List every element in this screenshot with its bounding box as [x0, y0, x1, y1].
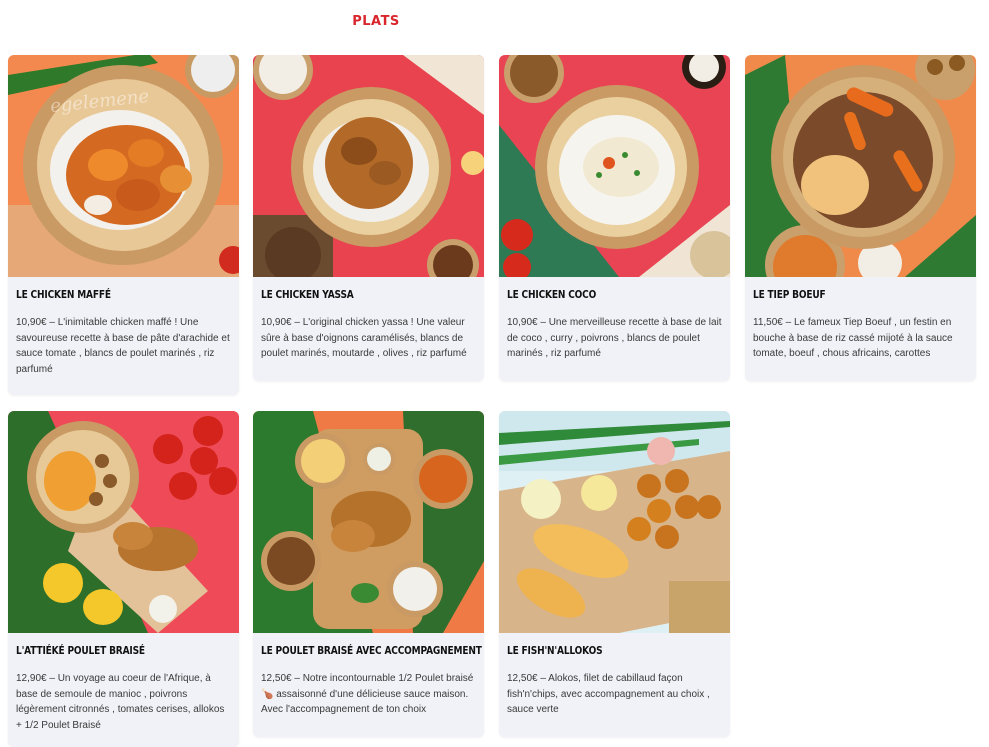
card-title: LE POULET BRAISÉ AVEC ACCOMPAGNEMENT — [261, 645, 482, 657]
section-title: PLATS — [352, 14, 400, 29]
menu-card-chicken-coco[interactable]: LE CHICKEN COCO 10,90€ – Une merveilleus… — [499, 55, 730, 381]
menu-card-poulet-braise-accompagnement[interactable]: LE POULET BRAISÉ AVEC ACCOMPAGNEMENT 12,… — [253, 411, 484, 737]
card-title: LE CHICKEN YASSA — [261, 289, 354, 301]
dish-photo-chicken-coco — [499, 55, 730, 277]
menu-card-tiep-boeuf[interactable]: LE TIEP BOEUF 11,50€ – Le fameux Tiep Bo… — [745, 55, 976, 381]
card-description: 10,90€ – L'inimitable chicken maffé ! Un… — [16, 317, 230, 375]
card-description: 12,50€ – Alokos, filet de cabillaud faço… — [507, 673, 710, 715]
card-title: LE FISH'N'ALLOKOS — [507, 645, 603, 657]
dish-photo-attieke-poulet-braise — [8, 411, 239, 633]
card-description: 11,50€ – Le fameux Tiep Boeuf , un festi… — [753, 317, 953, 359]
card-title: LE CHICKEN MAFFÉ — [16, 289, 111, 301]
menu-card-attieke-poulet-braise[interactable]: L'ATTIÉKÉ POULET BRAISÉ 12,90€ – Un voya… — [8, 411, 239, 747]
card-description: 12,90€ – Un voyage au coeur de l'Afrique… — [16, 673, 225, 731]
dish-photo-tiep-boeuf — [745, 55, 976, 277]
dish-photo-poulet-braise — [253, 411, 484, 633]
dish-photo-chicken-yassa — [253, 55, 484, 277]
dish-photo-fish-n-allokos — [499, 411, 730, 633]
menu-card-fish-n-allokos[interactable]: LE FISH'N'ALLOKOS 12,50€ – Alokos, filet… — [499, 411, 730, 737]
card-description: 10,90€ – L'original chicken yassa ! Une … — [261, 317, 467, 359]
card-description: 10,90€ – Une merveilleuse recette à base… — [507, 317, 722, 359]
card-title: LE TIEP BOEUF — [753, 289, 826, 301]
card-description: 12,50€ – Notre incontournable 1/2 Poulet… — [261, 673, 474, 715]
menu-card-chicken-yassa[interactable]: LE CHICKEN YASSA 10,90€ – L'original chi… — [253, 55, 484, 381]
card-title: LE CHICKEN COCO — [507, 289, 597, 301]
dish-photo-chicken-maffe: egelemene — [8, 55, 239, 277]
card-title: L'ATTIÉKÉ POULET BRAISÉ — [16, 645, 145, 657]
menu-card-chicken-maffe[interactable]: egelemene LE CHICKEN MAFFÉ 10,90€ – L'in… — [8, 55, 239, 395]
